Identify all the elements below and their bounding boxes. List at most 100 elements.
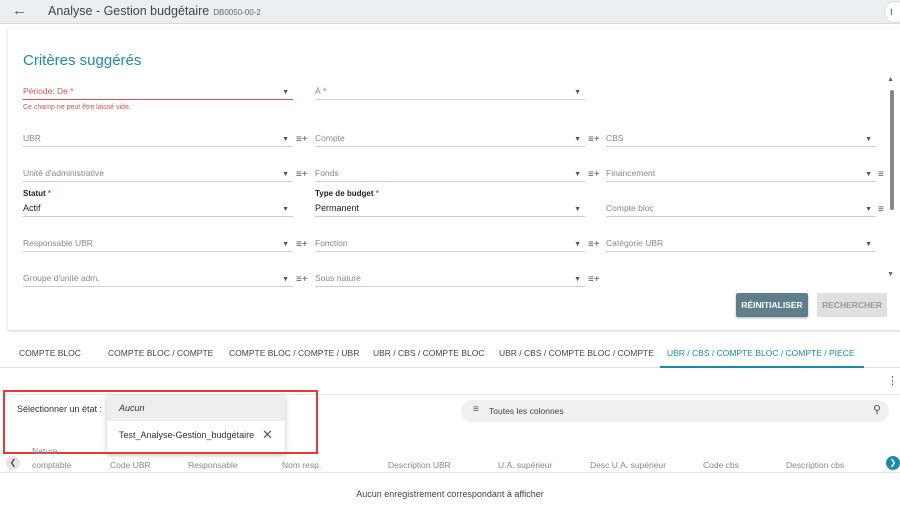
- criteria-title: Critères suggérés: [23, 52, 142, 69]
- add-list-icon[interactable]: ≡+: [296, 169, 308, 180]
- add-list-icon[interactable]: ≡+: [588, 274, 600, 285]
- unite-admin-field[interactable]: Unité d'administrative ▼: [23, 166, 293, 182]
- chevron-down-icon[interactable]: ▼: [865, 171, 872, 178]
- add-list-icon[interactable]: ≡+: [588, 239, 600, 250]
- avatar[interactable]: I: [884, 1, 900, 23]
- tab-compte-bloc-compte[interactable]: COMPTE BLOC / COMPTE: [108, 348, 213, 358]
- scrollbar[interactable]: [890, 80, 894, 280]
- chevron-down-icon[interactable]: ▼: [865, 206, 872, 213]
- scroll-left-icon[interactable]: ❮: [6, 456, 20, 470]
- statut-field[interactable]: Actif ▼: [23, 201, 293, 217]
- divider: [0, 472, 900, 473]
- required-mark: *: [375, 189, 379, 198]
- scroll-right-icon[interactable]: ❯: [886, 456, 900, 470]
- sous-nature-field[interactable]: Sous nature ▼: [315, 271, 585, 287]
- groupe-unite-label: Groupe d'unité adm.: [23, 273, 100, 283]
- more-vert-icon[interactable]: ⋮: [887, 374, 898, 387]
- add-list-icon[interactable]: ≡+: [296, 239, 308, 250]
- periode-a-field[interactable]: À * ▼: [315, 84, 585, 100]
- cbs-field[interactable]: CBS ▼: [606, 131, 876, 147]
- app-header: ← Analyse - Gestion budgétaire DB0050-00-…: [0, 0, 900, 24]
- tab-ubr-cbs-compte-bloc[interactable]: UBR / CBS / COMPTE BLOC: [373, 348, 484, 358]
- tab-compte-bloc[interactable]: COMPTE BLOC: [19, 348, 81, 358]
- tab-bar: COMPTE BLOC COMPTE BLOC / COMPTE COMPTE …: [0, 338, 900, 368]
- column-header-ua-superieur[interactable]: U.A. supérieur: [498, 460, 552, 470]
- statut-label-text: Statut: [23, 189, 46, 198]
- column-header-code-ubr[interactable]: Code UBR: [110, 460, 151, 470]
- chevron-down-icon[interactable]: ▼: [574, 276, 581, 283]
- responsable-ubr-field[interactable]: Responsable UBR ▼: [23, 236, 293, 252]
- add-list-icon[interactable]: ≡+: [296, 274, 308, 285]
- fonds-label: Fonds: [315, 168, 339, 178]
- search-button[interactable]: RECHERCHER: [817, 293, 887, 317]
- chevron-down-icon[interactable]: ▼: [574, 241, 581, 248]
- column-header-responsable[interactable]: Responsable: [188, 460, 238, 470]
- criteria-panel: Critères suggérés Période: De * ▼ Ce cha…: [8, 28, 900, 330]
- highlight-box: [3, 390, 318, 454]
- scroll-down-icon[interactable]: ▼: [887, 271, 894, 278]
- type-budget-label: Type de budget *: [315, 189, 379, 198]
- column-search-input[interactable]: ≡ Toutes les colonnes ⚲: [461, 400, 889, 422]
- search-icon[interactable]: ⚲: [873, 403, 881, 416]
- groupe-unite-field[interactable]: Groupe d'unité adm. ▼: [23, 271, 293, 287]
- statut-label: Statut *: [23, 189, 51, 198]
- required-mark: *: [70, 86, 74, 96]
- chevron-down-icon[interactable]: ▼: [574, 206, 581, 213]
- periode-error-message: Ce champ ne peut être laissé vide.: [23, 104, 131, 111]
- categorie-ubr-field[interactable]: Catégorie UBR ▼: [606, 236, 876, 252]
- column-header-code-cbs[interactable]: Code cbs: [703, 460, 739, 470]
- periode-de-label: Période: De *: [23, 86, 74, 96]
- chevron-down-icon[interactable]: ▼: [282, 171, 289, 178]
- list-icon: ≡: [473, 404, 479, 415]
- categorie-ubr-label: Catégorie UBR: [606, 238, 664, 248]
- type-budget-label-text: Type de budget: [315, 189, 374, 198]
- chevron-down-icon[interactable]: ▼: [574, 89, 581, 96]
- column-header-comptable[interactable]: comptable: [32, 460, 71, 470]
- add-list-icon[interactable]: ≡+: [296, 134, 308, 145]
- financement-field[interactable]: Financement ▼: [606, 166, 876, 182]
- compte-label: Compte: [315, 133, 345, 143]
- ubr-field[interactable]: UBR ▼: [23, 131, 293, 147]
- fonction-label: Fonction: [315, 238, 348, 248]
- required-mark: *: [323, 86, 327, 96]
- compte-field[interactable]: Compte ▼: [315, 131, 585, 147]
- type-budget-field[interactable]: Permanent ▼: [315, 201, 585, 217]
- periode-de-field[interactable]: Période: De * ▼: [23, 84, 293, 100]
- chevron-down-icon[interactable]: ▼: [282, 241, 289, 248]
- chevron-down-icon[interactable]: ▼: [282, 136, 289, 143]
- column-search-label: Toutes les colonnes: [489, 406, 564, 416]
- type-budget-value: Permanent: [315, 203, 360, 213]
- chevron-down-icon[interactable]: ▼: [282, 206, 289, 213]
- reset-button[interactable]: RÉINITIALISER: [736, 293, 808, 317]
- column-header-nature[interactable]: Nature: [32, 446, 58, 456]
- tab-compte-bloc-compte-ubr[interactable]: COMPTE BLOC / COMPTE / UBR: [229, 348, 359, 358]
- back-arrow-icon[interactable]: ←: [12, 2, 27, 19]
- column-header-description-cbs[interactable]: Description cbs: [786, 460, 844, 470]
- sous-nature-label: Sous nature: [315, 273, 361, 283]
- compte-bloc-field[interactable]: Compte bloc ▼: [606, 201, 876, 217]
- tab-ubr-cbs-compte-bloc-compte[interactable]: UBR / CBS / COMPTE BLOC / COMPTE: [499, 348, 654, 358]
- empty-grid-message: Aucun enregistrement correspondant à aff…: [356, 489, 544, 499]
- add-list-icon[interactable]: ≡+: [588, 169, 600, 180]
- tab-ubr-cbs-compte-bloc-compte-piece[interactable]: UBR / CBS / COMPTE BLOC / COMPTE / PIECE: [667, 348, 855, 358]
- responsable-ubr-label: Responsable UBR: [23, 238, 93, 248]
- chevron-down-icon[interactable]: ▼: [865, 136, 872, 143]
- chevron-down-icon[interactable]: ▼: [574, 136, 581, 143]
- chevron-down-icon[interactable]: ▼: [865, 241, 872, 248]
- add-list-icon[interactable]: ≡: [878, 169, 884, 180]
- fonction-field[interactable]: Fonction ▼: [315, 236, 585, 252]
- chevron-down-icon[interactable]: ▼: [282, 89, 289, 96]
- add-list-icon[interactable]: ≡: [878, 204, 884, 215]
- column-header-nom-resp[interactable]: Nom resp.: [282, 460, 321, 470]
- statut-value: Actif: [23, 203, 41, 213]
- scrollbar-thumb[interactable]: [890, 90, 894, 210]
- column-header-description-ubr[interactable]: Description UBR: [388, 460, 451, 470]
- column-header-desc-ua-superieur[interactable]: Desc U.A. supérieur: [590, 460, 666, 470]
- fonds-field[interactable]: Fonds ▼: [315, 166, 585, 182]
- add-list-icon[interactable]: ≡+: [588, 134, 600, 145]
- chevron-down-icon[interactable]: ▼: [282, 276, 289, 283]
- chevron-down-icon[interactable]: ▼: [574, 171, 581, 178]
- periode-a-label-text: À: [315, 86, 321, 96]
- financement-label: Financement: [606, 168, 656, 178]
- required-mark: *: [47, 189, 52, 198]
